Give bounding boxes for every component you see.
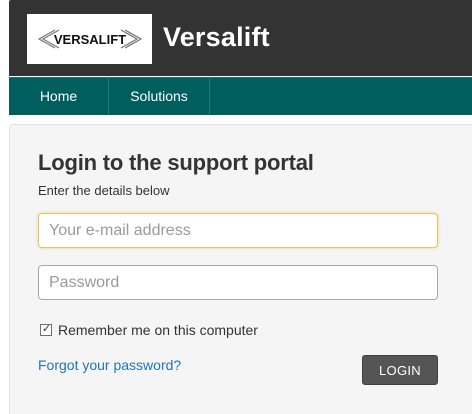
remember-me[interactable]: ✓ Remember me on this computer xyxy=(40,322,258,338)
site-header: VERSALIFT Versalift xyxy=(9,0,472,76)
versalift-logo[interactable]: VERSALIFT xyxy=(27,14,152,64)
main-nav: Home Solutions xyxy=(9,77,472,115)
svg-text:VERSALIFT: VERSALIFT xyxy=(53,32,125,47)
logo-graphic: VERSALIFT xyxy=(37,29,142,49)
remember-label: Remember me on this computer xyxy=(58,322,258,338)
nav-item-home[interactable]: Home xyxy=(9,78,109,115)
email-field[interactable] xyxy=(38,213,438,248)
nav-item-solutions[interactable]: Solutions xyxy=(109,78,210,115)
remember-checkbox[interactable]: ✓ xyxy=(40,323,52,336)
password-field[interactable] xyxy=(38,265,438,300)
brand-name: Versalift xyxy=(163,22,270,52)
forgot-password-link[interactable]: Forgot your password? xyxy=(38,357,181,373)
checkmark-icon: ✓ xyxy=(41,323,52,335)
login-button[interactable]: LOGIN xyxy=(362,355,438,385)
page-title: Login to the support portal xyxy=(38,150,314,175)
page-subtitle: Enter the details below xyxy=(38,183,170,198)
